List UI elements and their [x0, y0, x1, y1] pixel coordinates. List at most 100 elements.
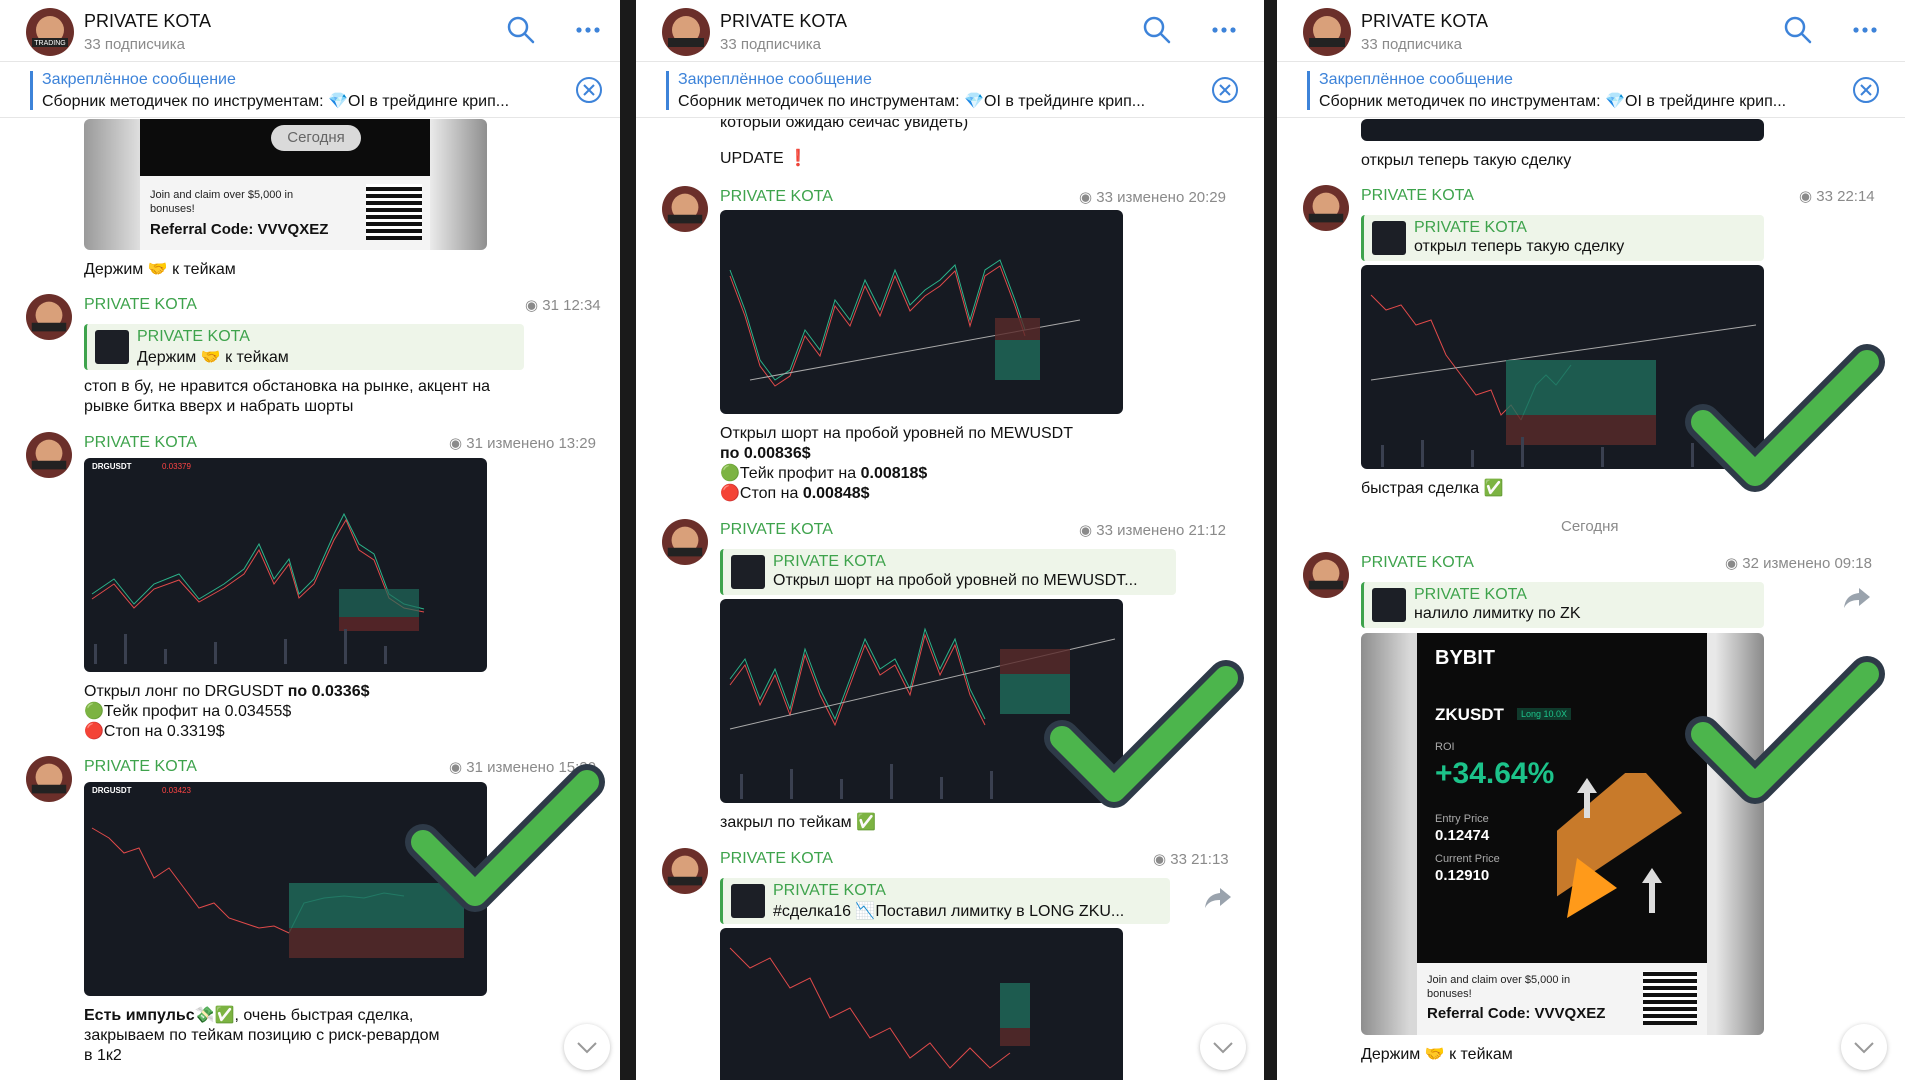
- stop-loss-line: 🔴Стоп на 0.3319$: [84, 723, 225, 740]
- stop-loss-line: 🔴Стоп на 0.00848$: [720, 484, 870, 504]
- message-text-line: который ожидаю сейчас увидеть): [720, 119, 969, 131]
- message-sender[interactable]: PRIVATE KOTA: [84, 758, 197, 776]
- search-icon[interactable]: [1782, 14, 1814, 46]
- reply-sender: PRIVATE KOTA: [137, 328, 250, 345]
- chart-price: 0.03423: [162, 786, 191, 795]
- check-icon: [1685, 344, 1885, 492]
- chart-screenshot[interactable]: [720, 210, 1123, 414]
- tp-label: 🟢Тейк профит на: [720, 465, 861, 482]
- scroll-down-icon: [1213, 1042, 1233, 1054]
- reply-quote[interactable]: PRIVATE KOTA открыл теперь такую сделку: [1361, 215, 1764, 261]
- channel-title[interactable]: PRIVATE KOTA: [720, 11, 847, 32]
- subscriber-count: 33 подписчика: [84, 36, 186, 53]
- reply-quote[interactable]: PRIVATE KOTA #сделка16 📉Поставил лимитку…: [720, 878, 1170, 924]
- forward-icon[interactable]: [1204, 886, 1232, 910]
- message-sender[interactable]: PRIVATE KOTA: [720, 521, 833, 539]
- message-meta: ◉ 31 12:34: [525, 297, 601, 314]
- promo-image[interactable]: Сегодня Join and claim over $5,000 in bo…: [84, 119, 487, 250]
- subscriber-count: 33 подписчика: [720, 36, 822, 53]
- message-caption: Держим 🤝 к тейкам: [84, 261, 236, 278]
- message-caption: быстрая сделка ✅: [1361, 480, 1504, 497]
- message-meta: ◉ 32 изменено 09:18: [1725, 555, 1872, 572]
- chart-screenshot[interactable]: [720, 928, 1123, 1080]
- message-sender[interactable]: PRIVATE KOTA: [84, 296, 197, 314]
- message-meta: ◉ 31 изменено 13:29: [449, 435, 596, 452]
- sl-label: 🔴Стоп на: [720, 485, 803, 502]
- channel-avatar[interactable]: [1303, 8, 1351, 56]
- message-avatar[interactable]: [662, 519, 708, 565]
- message-avatar[interactable]: [26, 294, 72, 340]
- entry-value: 0.12474: [1435, 827, 1490, 844]
- pnl-card-footer: Join and claim over $5,000 in bonuses! R…: [1417, 963, 1707, 1035]
- reply-sender: PRIVATE KOTA: [773, 882, 886, 899]
- message-feed[interactable]: Сегодня Join and claim over $5,000 in bo…: [0, 119, 620, 1080]
- candle-chart: [729, 947, 1030, 1069]
- message-sender[interactable]: PRIVATE KOTA: [1361, 554, 1474, 572]
- app-root: TRADING PRIVATE KOTA 33 подписчика Закре…: [0, 0, 1905, 1080]
- trade-price: по 0.0336$: [287, 683, 370, 700]
- chat-header: PRIVATE KOTA 33 подписчика: [636, 0, 1264, 62]
- forward-icon[interactable]: [1843, 586, 1871, 610]
- pinned-bar: [30, 71, 33, 110]
- message-text-line: UPDATE ❗️: [720, 150, 809, 167]
- more-icon[interactable]: [572, 14, 604, 46]
- reply-thumbnail: [731, 555, 765, 589]
- close-icon[interactable]: [574, 75, 604, 105]
- close-icon[interactable]: [1210, 75, 1240, 105]
- message-time: 33 изменено 20:29: [1096, 189, 1226, 206]
- pinned-message[interactable]: Закреплённое сообщение Сборник методичек…: [636, 63, 1264, 118]
- more-icon[interactable]: [1849, 14, 1881, 46]
- reply-quote[interactable]: PRIVATE KOTA налило лимитку по ZK: [1361, 582, 1764, 628]
- svg-text:TRADING: TRADING: [34, 40, 66, 47]
- message-sender[interactable]: PRIVATE KOTA: [1361, 187, 1474, 205]
- message-text-line: Открыл шорт на пробой уровней по MEWUSDT: [720, 425, 1073, 442]
- close-icon[interactable]: [1851, 75, 1881, 105]
- pinned-message[interactable]: Закреплённое сообщение Сборник методичек…: [0, 63, 620, 118]
- channel-title[interactable]: PRIVATE KOTA: [84, 11, 211, 32]
- candle-chart: [729, 259, 1081, 387]
- message-text-line: стоп в бу, не нравится обстановка на рын…: [84, 378, 491, 395]
- pinned-bar: [666, 71, 669, 110]
- check-icon: [1685, 656, 1885, 804]
- message-text-line: Открыл лонг по DRGUSDT по 0.0336$: [84, 682, 369, 702]
- reply-thumbnail: [95, 330, 129, 364]
- roi-label: ROI: [1435, 741, 1455, 753]
- chart-screenshot[interactable]: DRGUSDT 0.03379: [84, 458, 487, 672]
- message-avatar[interactable]: [1303, 552, 1349, 598]
- message-avatar[interactable]: [26, 432, 72, 478]
- channel-avatar[interactable]: [662, 8, 710, 56]
- message-time: 33 22:14: [1816, 188, 1875, 205]
- scroll-down-button[interactable]: [564, 1024, 610, 1070]
- reply-text: налило лимитку по ZK: [1414, 605, 1581, 622]
- channel-avatar[interactable]: TRADING: [26, 8, 74, 56]
- chart-symbol: DRGUSDT: [92, 462, 132, 471]
- sl-value: 0.00848$: [802, 485, 870, 502]
- message-avatar[interactable]: [662, 848, 708, 894]
- message-avatar[interactable]: [26, 756, 72, 802]
- message-feed[interactable]: открыл теперь такую сделку PRIVATE KOTA …: [1277, 119, 1905, 1080]
- check-icon: [405, 764, 605, 912]
- message-sender[interactable]: PRIVATE KOTA: [720, 850, 833, 868]
- scroll-down-button[interactable]: [1841, 1024, 1887, 1070]
- message-time: 33 изменено 21:12: [1096, 522, 1226, 539]
- pinned-text: Сборник методичек по инструментам: 💎OI в…: [42, 93, 510, 110]
- message-sender[interactable]: PRIVATE KOTA: [720, 188, 833, 206]
- more-icon[interactable]: [1208, 14, 1240, 46]
- message-feed[interactable]: который ожидаю сейчас увидеть) UPDATE ❗️…: [636, 119, 1264, 1080]
- qr-code: [1643, 971, 1697, 1025]
- search-icon[interactable]: [1141, 14, 1173, 46]
- trade-price: по 0.00836$: [720, 445, 811, 462]
- pnl-card-dark: BYBIT ZKUSDT Long 10.0X ROI +34.64% Entr…: [1417, 633, 1707, 963]
- message-avatar[interactable]: [1303, 185, 1349, 231]
- scroll-down-button[interactable]: [1200, 1024, 1246, 1070]
- search-icon[interactable]: [505, 14, 537, 46]
- chart-screenshot[interactable]: [1361, 119, 1764, 141]
- channel-title[interactable]: PRIVATE KOTA: [1361, 11, 1488, 32]
- pinned-message[interactable]: Закреплённое сообщение Сборник методичек…: [1277, 63, 1905, 118]
- message-text-line: в 1к2: [84, 1047, 122, 1064]
- impulse-bold: Есть импульс: [84, 1007, 195, 1024]
- message-avatar[interactable]: [662, 186, 708, 232]
- reply-quote[interactable]: PRIVATE KOTA Держим 🤝 к тейкам: [84, 324, 524, 370]
- reply-quote[interactable]: PRIVATE KOTA Открыл шорт на пробой уровн…: [720, 549, 1176, 595]
- message-sender[interactable]: PRIVATE KOTA: [84, 434, 197, 452]
